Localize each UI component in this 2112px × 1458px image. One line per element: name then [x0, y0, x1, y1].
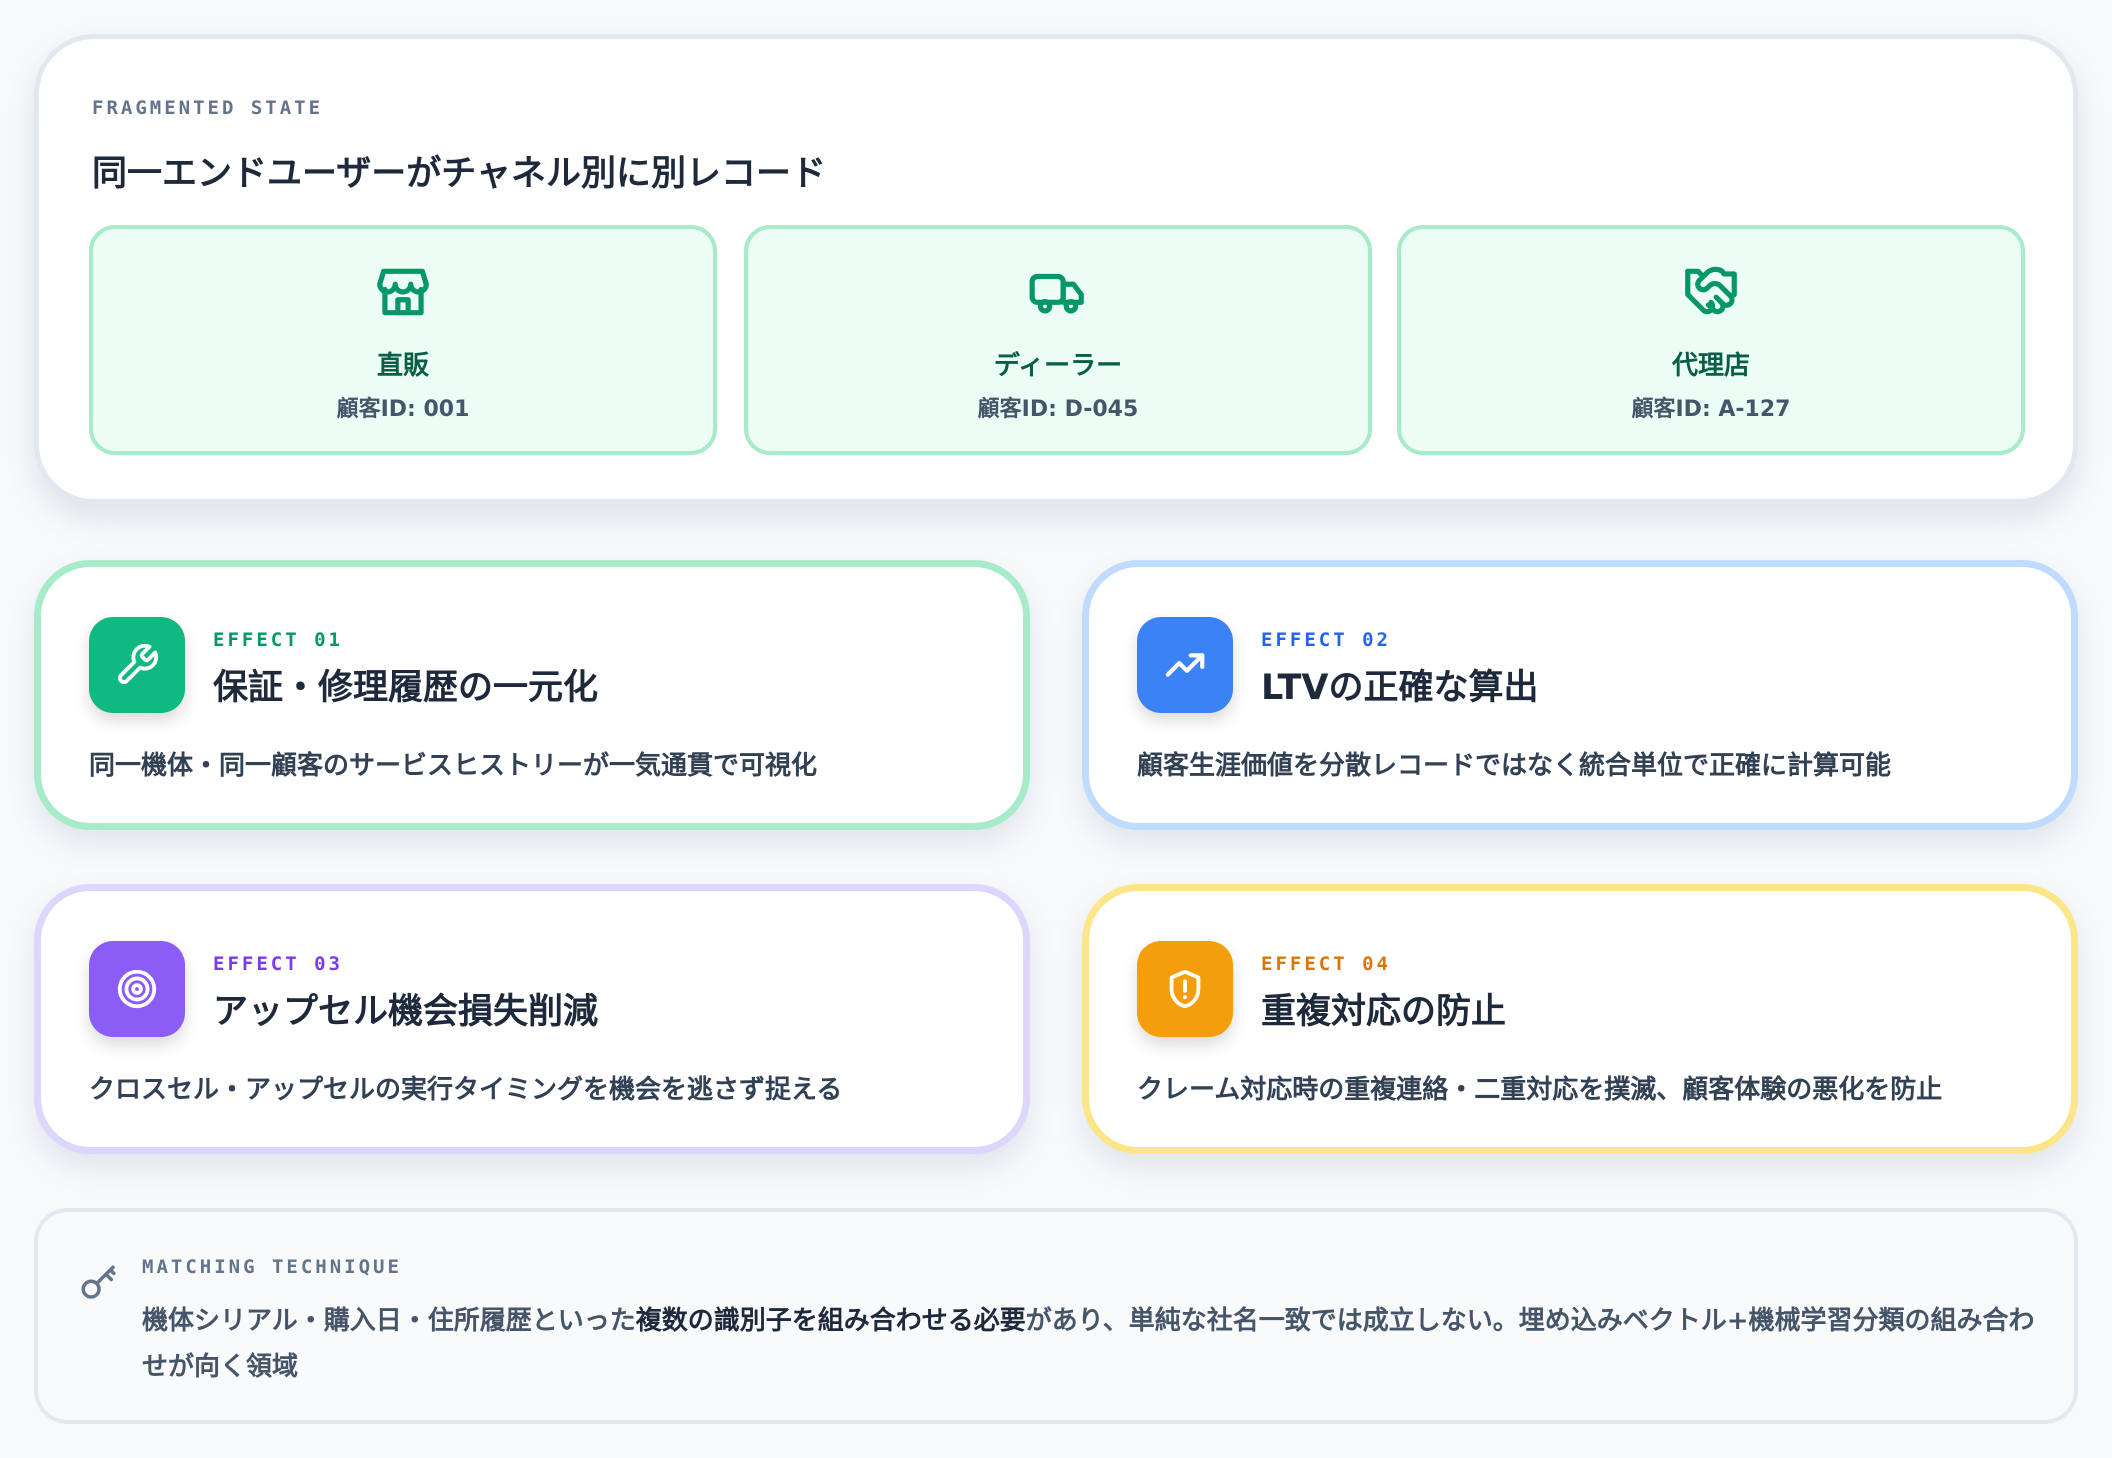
channel-name: ディーラー	[993, 351, 1123, 381]
shield-alert-icon	[1137, 941, 1233, 1037]
wrench-icon	[89, 617, 185, 713]
effect-title: アップセル機会損失削減	[213, 992, 599, 1032]
channel-dealer-card: ディーラー 顧客ID: D-045	[744, 225, 1372, 455]
matching-text-strong: 複数の識別子を組み合わせる必要	[635, 1306, 1026, 1336]
channel-name: 代理店	[1671, 351, 1750, 381]
effect-title: 重複対応の防止	[1261, 992, 1507, 1032]
effect-card-03: EFFECT 03 アップセル機会損失削減 クロスセル・アップセルの実行タイミン…	[34, 884, 1030, 1154]
fragmented-title: 同一エンドユーザーがチャネル別に別レコード	[92, 154, 826, 194]
effect-description: クロスセル・アップセルの実行タイミングを機会を逃さず捉える	[89, 1075, 843, 1105]
effect-description: 顧客生涯価値を分散レコードではなく統合単位で正確に計算可能	[1137, 751, 1892, 781]
channel-direct-card: 直販 顧客ID: 001	[89, 225, 717, 455]
effect-title: LTVの正確な算出	[1261, 668, 1539, 708]
effect-description: クレーム対応時の重複連絡・二重対応を撲滅、顧客体験の悪化を防止	[1137, 1075, 1943, 1105]
effect-label: EFFECT 01	[213, 629, 343, 651]
target-icon	[89, 941, 185, 1037]
effect-card-01: EFFECT 01 保証・修理履歴の一元化 同一機体・同一顧客のサービスヒストリ…	[34, 560, 1030, 830]
handshake-icon	[1401, 261, 2021, 323]
channel-customer-id: 顧客ID: A-127	[1631, 397, 1791, 422]
page: FRAGMENTED STATE 同一エンドユーザーがチャネル別に別レコード 直…	[0, 0, 2112, 1458]
channel-customer-id: 顧客ID: D-045	[977, 397, 1139, 422]
fragmented-eyebrow: FRAGMENTED STATE	[92, 97, 324, 119]
matching-text: 機体シリアル・購入日・住所履歴といった複数の識別子を組み合わせる必要があり、単純…	[142, 1298, 2052, 1390]
key-icon	[78, 1262, 120, 1304]
matching-text-pre: 機体シリアル・購入日・住所履歴といった	[142, 1306, 636, 1336]
effect-title: 保証・修理履歴の一元化	[213, 668, 599, 708]
store-icon	[93, 261, 713, 323]
effect-label: EFFECT 04	[1261, 953, 1391, 975]
effect-description: 同一機体・同一顧客のサービスヒストリーが一気通貫で可視化	[89, 751, 818, 781]
channel-name: 直販	[376, 351, 429, 381]
channel-customer-id: 顧客ID: 001	[336, 397, 470, 422]
effect-card-02: EFFECT 02 LTVの正確な算出 顧客生涯価値を分散レコードではなく統合単…	[1082, 560, 2078, 830]
channel-agency-card: 代理店 顧客ID: A-127	[1397, 225, 2025, 455]
effect-card-04: EFFECT 04 重複対応の防止 クレーム対応時の重複連絡・二重対応を撲滅、顧…	[1082, 884, 2078, 1154]
effect-label: EFFECT 03	[213, 953, 343, 975]
truck-icon	[748, 261, 1368, 323]
fragmented-state-card: FRAGMENTED STATE 同一エンドユーザーがチャネル別に別レコード 直…	[34, 34, 2078, 504]
trending-up-icon	[1137, 617, 1233, 713]
matching-technique-card: MATCHING TECHNIQUE 機体シリアル・購入日・住所履歴といった複数…	[34, 1208, 2078, 1424]
effect-label: EFFECT 02	[1261, 629, 1391, 651]
matching-eyebrow: MATCHING TECHNIQUE	[142, 1256, 402, 1278]
